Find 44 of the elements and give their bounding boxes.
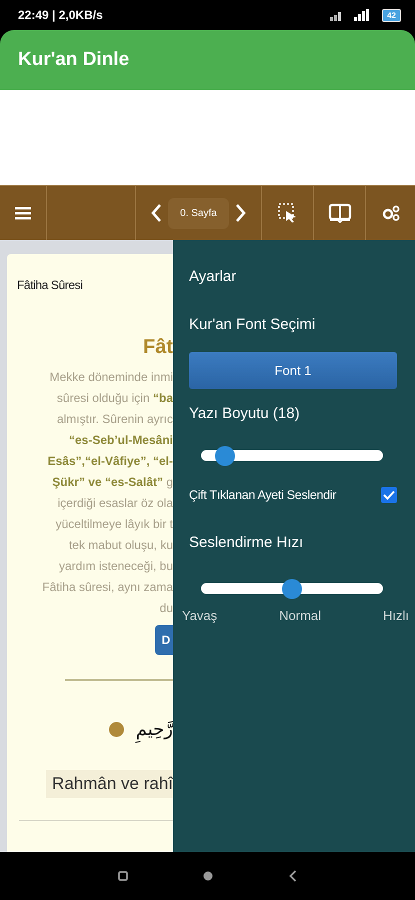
next-page-button[interactable] (234, 203, 247, 223)
back-icon[interactable] (289, 870, 298, 882)
sura-heading: Fât (142, 336, 173, 359)
intro-text: Mekke döneminde inmi (50, 369, 173, 386)
intro-text: “es-Seb’ul-Mesâni (68, 432, 173, 449)
intro-text: du (160, 600, 173, 617)
speed-mark-label: Normal (279, 608, 322, 623)
checkbox[interactable] (381, 487, 397, 503)
intro-text: Esâs”,“el-Vâfiye”, “el- (48, 453, 173, 470)
app-title: Kur'an Dinle (18, 49, 130, 71)
chevron-right-icon (234, 203, 247, 223)
intro-text: sûresi olduğu için “ba (56, 390, 173, 407)
menu-icon (15, 206, 31, 220)
chevron-left-icon (150, 203, 162, 223)
settings-icon (382, 205, 400, 221)
speed-mark-label: Yavaş (182, 608, 218, 623)
home-icon[interactable] (203, 871, 214, 881)
recents-icon[interactable] (118, 871, 128, 881)
font-size-label: Yazı Boyutu (18) (189, 405, 301, 422)
speed-label: Seslendirme Hızı (189, 534, 304, 551)
font-label: Kur'an Font Seçimi (189, 316, 316, 333)
verse-number-marker (108, 722, 124, 737)
status-time: 22:49 | 2,0KB/s (18, 8, 103, 22)
selection-icon (278, 203, 298, 223)
verse-translation[interactable]: Rahmân ve rahî (46, 770, 173, 798)
intro-text: Şükr” ve “es-Salât” g (52, 474, 173, 491)
intro-text: yardım isteneceği, bu (58, 558, 173, 575)
battery-indicator: 42 (382, 8, 401, 22)
slider-thumb[interactable] (282, 578, 302, 598)
intro-text: içerdiği esaslar öz ola (58, 495, 173, 512)
intro-text: tek mabut oluşu, ku (68, 537, 173, 554)
intro-text: almıştır. Sûrenin ayrıc (56, 411, 173, 428)
speed-mark-label: Hızlı (382, 608, 409, 623)
detail-button[interactable]: D (155, 625, 173, 655)
checkbox-label: Çift Tıklanan Ayeti Seslendir (189, 488, 336, 502)
intro-text: yüceltilmeye lâyık bir t (56, 516, 173, 533)
page-number[interactable]: 0. Sayfa (168, 198, 229, 228)
settings-title: Ayarlar (189, 268, 238, 285)
previous-page-button[interactable] (150, 203, 162, 223)
font-button[interactable]: Font 1 (189, 352, 397, 389)
slider-thumb[interactable] (214, 446, 235, 466)
card-title: Fâtiha Sûresi (16, 277, 84, 292)
intro-text: Fâtiha sûresi, aynı zama (42, 579, 173, 596)
book-icon (328, 203, 352, 223)
